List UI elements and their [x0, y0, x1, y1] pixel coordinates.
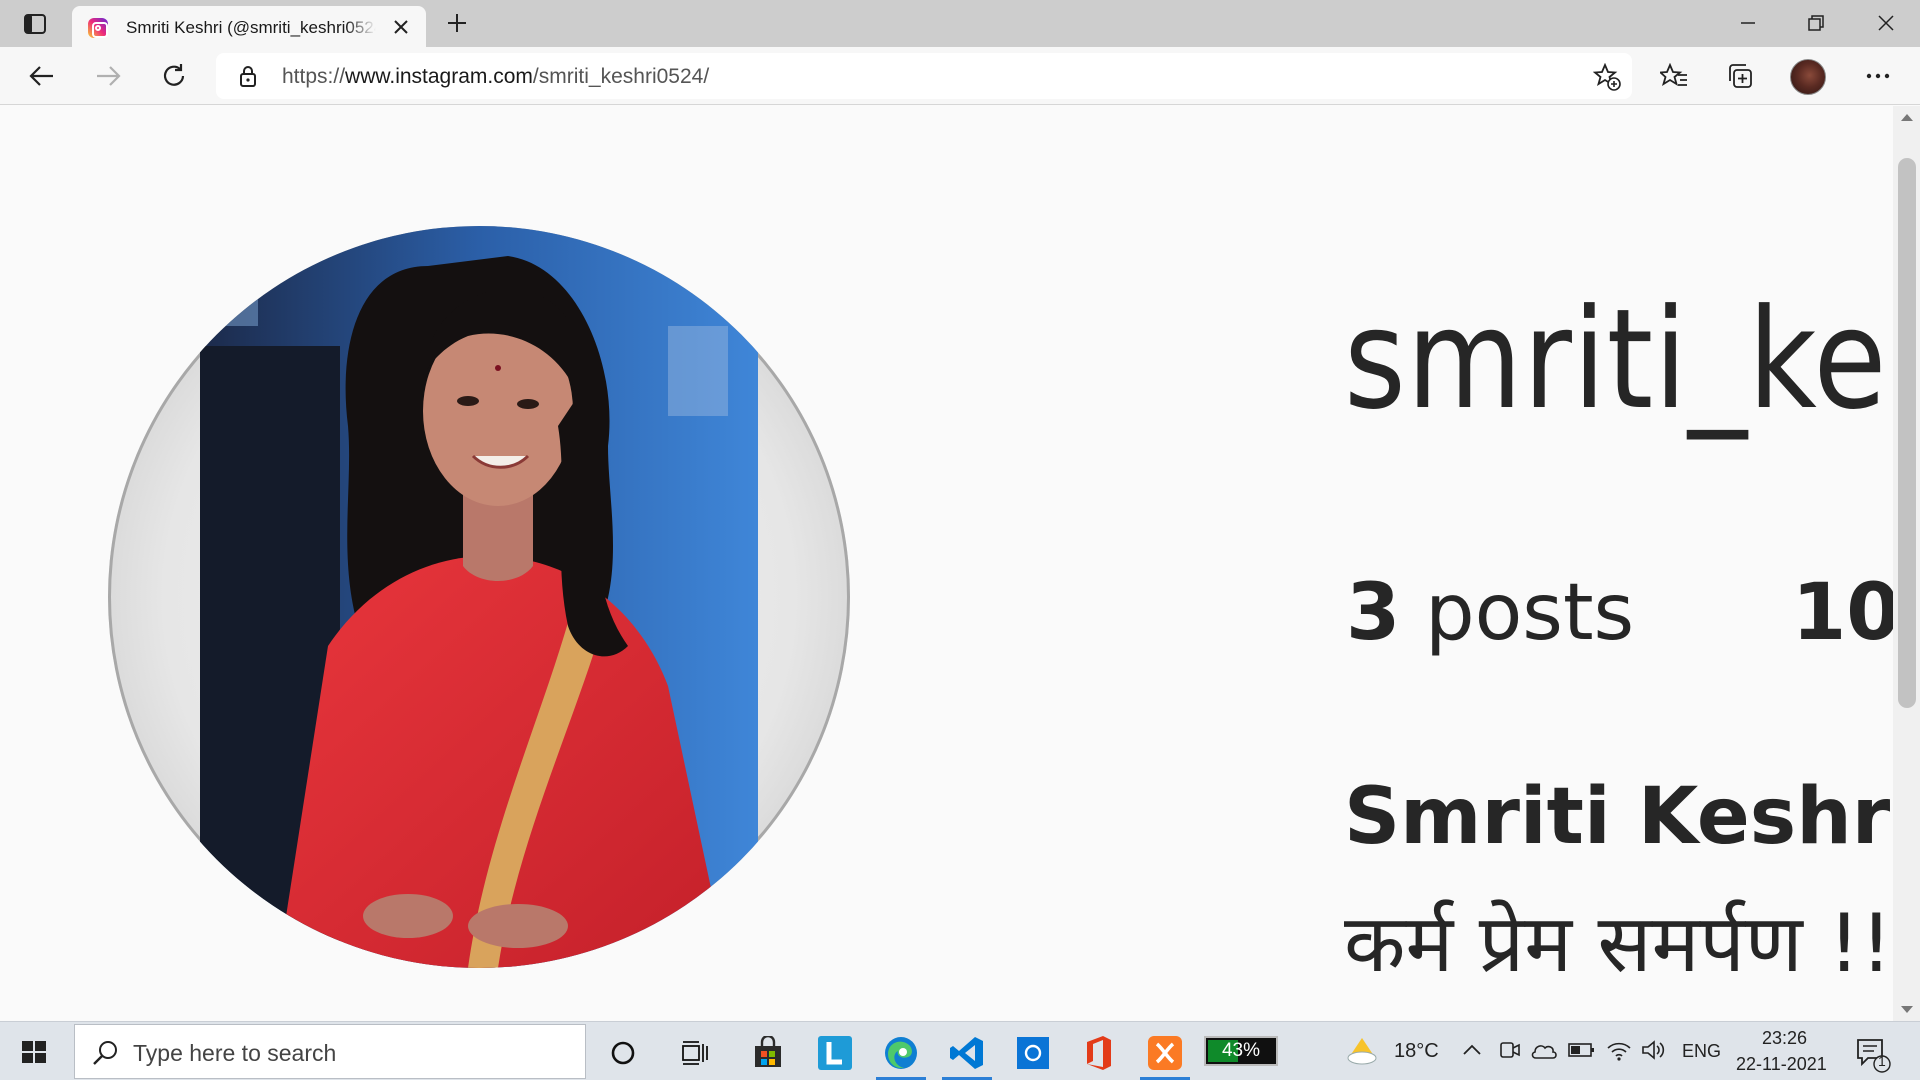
chevron-up-icon[interactable] [1462, 1042, 1482, 1058]
forward-button[interactable] [88, 57, 128, 95]
battery-icon[interactable] [1568, 1040, 1596, 1060]
xampp-app[interactable] [1134, 1026, 1196, 1080]
favorites-icon [1660, 63, 1687, 86]
start-button[interactable] [12, 1036, 56, 1068]
posts-label: posts [1425, 568, 1635, 658]
volume-icon[interactable] [1640, 1038, 1666, 1062]
wifi-icon[interactable] [1606, 1038, 1632, 1062]
cortana-icon [611, 1041, 635, 1065]
refresh-icon [163, 64, 185, 86]
vscode-icon [950, 1037, 983, 1069]
profile-username: smriti_kes [1344, 279, 1893, 440]
l-app-icon [818, 1036, 852, 1070]
input-language[interactable]: ENG [1682, 1041, 1721, 1062]
weather-temperature[interactable]: 18°C [1394, 1040, 1439, 1063]
close-window-button[interactable] [1852, 0, 1920, 46]
edge-app[interactable] [870, 1026, 932, 1080]
profile-photo-image [200, 226, 758, 968]
scroll-down-arrow-icon[interactable] [1901, 1006, 1913, 1013]
battery-percent: 43% [1221, 1040, 1261, 1061]
notification-count: 1 [1878, 1053, 1886, 1069]
notification-center-button[interactable]: 1 [1854, 1034, 1894, 1074]
followers-count-link[interactable]: 100 [1792, 568, 1893, 658]
clock-time: 23:26 [1762, 1028, 1808, 1048]
favorites-button[interactable] [1654, 57, 1694, 95]
instagram-favicon-icon [88, 18, 108, 38]
url-scheme: https:// [282, 65, 346, 88]
battery-widget[interactable]: 43% [1204, 1036, 1278, 1066]
scrollbar-thumb[interactable] [1898, 158, 1916, 708]
tab-actions-icon [24, 14, 46, 34]
store-app[interactable] [737, 1026, 799, 1080]
minimize-icon [1741, 22, 1755, 24]
browser-tab-bar: Smriti Keshri (@smriti_keshri0524) • Ins… [0, 0, 1920, 47]
forward-arrow-icon [97, 66, 121, 86]
tab-actions-button[interactable] [18, 11, 52, 37]
app-blue-square[interactable] [1002, 1026, 1064, 1080]
restore-icon [1808, 15, 1824, 31]
browser-toolbar: https://www.instagram.com/smriti_keshri0… [0, 47, 1920, 105]
taskbar-search-box[interactable]: Type here to search [74, 1024, 586, 1079]
lock-icon[interactable] [236, 64, 260, 88]
close-window-icon [1878, 15, 1894, 31]
back-button[interactable] [22, 57, 62, 95]
weather-icon[interactable] [1344, 1034, 1380, 1066]
instagram-profile-page: smriti_kes 3 posts 100 Smriti Keshri कर्… [0, 106, 1893, 1021]
profile-photo[interactable] [108, 226, 850, 968]
page-scrollbar[interactable] [1893, 106, 1920, 1021]
tab-title: Smriti Keshri (@smriti_keshri0524) • Ins… [126, 18, 376, 37]
collections-icon [1729, 64, 1752, 88]
windows-taskbar: Type here to search 43% 18°C ENG 23:26 2… [0, 1021, 1920, 1080]
collections-button[interactable] [1720, 57, 1760, 95]
office-app[interactable] [1068, 1026, 1130, 1080]
search-icon [93, 1041, 117, 1065]
windows-logo-icon [22, 1041, 46, 1063]
close-icon [394, 20, 408, 34]
plus-icon [448, 14, 466, 32]
new-tab-button[interactable] [442, 8, 472, 38]
profile-avatar[interactable] [1790, 59, 1826, 95]
profile-full-name: Smriti Keshri [1344, 772, 1893, 862]
more-button[interactable] [1858, 57, 1898, 95]
clock-button[interactable]: 23:26 22-11-2021 [1734, 1024, 1834, 1078]
posts-number: 3 [1346, 568, 1401, 658]
add-favorite-button[interactable] [1592, 62, 1622, 92]
url-text[interactable]: https://www.instagram.com/smriti_keshri0… [282, 65, 709, 89]
task-view-button[interactable] [664, 1026, 726, 1080]
task-view-icon [682, 1041, 708, 1065]
cortana-button[interactable] [592, 1026, 654, 1080]
microsoft-store-icon [755, 1036, 781, 1067]
blue-app-icon [1017, 1037, 1049, 1069]
active-tab[interactable]: Smriti Keshri (@smriti_keshri0524) • Ins… [72, 6, 426, 47]
more-icon [1866, 73, 1890, 79]
launcher-app[interactable] [804, 1026, 866, 1080]
url-path: /smriti_keshri0524/ [532, 65, 710, 88]
close-tab-button[interactable] [390, 16, 412, 38]
refresh-button[interactable] [154, 57, 194, 95]
search-placeholder: Type here to search [133, 1040, 337, 1066]
url-host: www.instagram.com [345, 65, 533, 88]
edge-icon [885, 1037, 917, 1069]
notification-icon [1857, 1039, 1891, 1073]
address-bar[interactable]: https://www.instagram.com/smriti_keshri0… [216, 53, 1632, 99]
meet-now-icon[interactable] [1498, 1038, 1522, 1062]
xampp-icon [1148, 1036, 1182, 1070]
profile-bio: कर्म प्रेम समर्पण !! [1344, 897, 1893, 990]
restore-button[interactable] [1782, 0, 1850, 46]
back-arrow-icon [29, 66, 53, 86]
clock-date: 22-11-2021 [1736, 1054, 1827, 1074]
posts-count: 3 posts [1346, 568, 1634, 658]
minimize-button[interactable] [1714, 0, 1782, 46]
onedrive-cloud-icon[interactable] [1530, 1040, 1558, 1060]
scroll-up-arrow-icon[interactable] [1901, 114, 1913, 121]
vscode-app[interactable] [936, 1026, 998, 1080]
office-icon [1087, 1036, 1111, 1070]
star-plus-icon [1593, 63, 1621, 91]
